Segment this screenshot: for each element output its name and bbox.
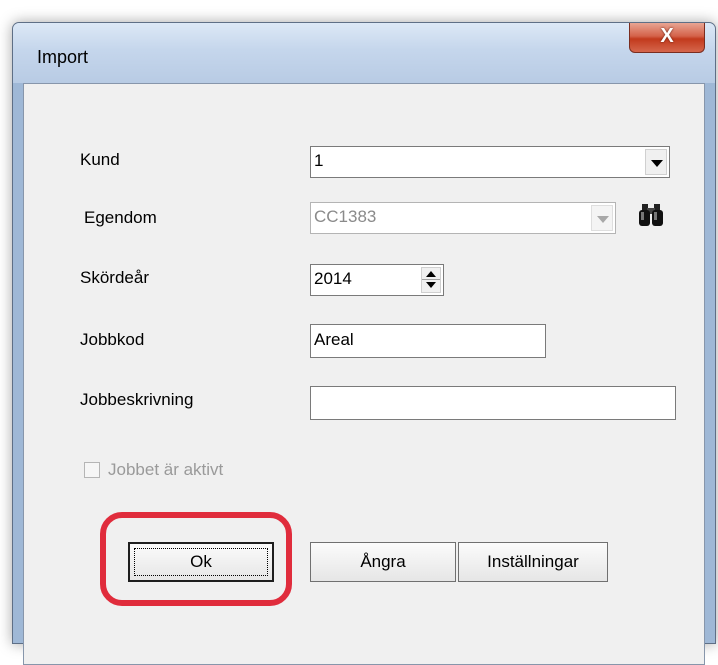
kund-combobox[interactable]: 1 [310, 146, 670, 178]
kund-dropdown-button[interactable] [645, 149, 667, 175]
egendom-combobox: CC1383 [310, 202, 616, 234]
jobbkod-value: Areal [314, 330, 354, 349]
jobbkod-label: Jobbkod [80, 330, 145, 349]
jobbeskrivning-label: Jobbeskrivning [80, 390, 194, 409]
spin-down-icon[interactable] [426, 282, 436, 288]
year-stepper[interactable] [421, 267, 441, 293]
close-icon: X [660, 25, 674, 47]
chevron-down-icon [651, 160, 663, 167]
spin-up-icon[interactable] [426, 271, 436, 277]
skordear-value: 2014 [314, 269, 352, 288]
jobbet-aktivt-checkbox [84, 462, 100, 478]
egendom-value: CC1383 [314, 207, 377, 226]
angra-button-label: Ångra [360, 552, 406, 571]
egendom-dropdown-button [591, 205, 613, 231]
binoculars-icon[interactable] [636, 200, 666, 230]
ok-button-highlight-annotation [100, 512, 292, 606]
title-bar[interactable]: Import X [13, 23, 715, 83]
jobbkod-input[interactable]: Areal [310, 324, 546, 358]
jobbet-aktivt-label: Jobbet är aktivt [108, 460, 224, 479]
angra-button[interactable]: Ångra [310, 542, 456, 582]
installningar-button-label: Inställningar [487, 552, 579, 571]
window-title: Import [37, 47, 89, 67]
close-button[interactable]: X [629, 23, 705, 53]
skordear-spinner[interactable]: 2014 [310, 264, 444, 296]
chevron-down-icon [597, 216, 609, 223]
kund-label: Kund [80, 150, 120, 169]
kund-value: 1 [314, 151, 324, 170]
skordear-label: Skördeår [80, 268, 149, 287]
installningar-button[interactable]: Inställningar [458, 542, 608, 582]
egendom-label: Egendom [84, 208, 157, 227]
spin-divider [422, 279, 440, 280]
jobbeskrivning-input[interactable] [310, 386, 676, 420]
